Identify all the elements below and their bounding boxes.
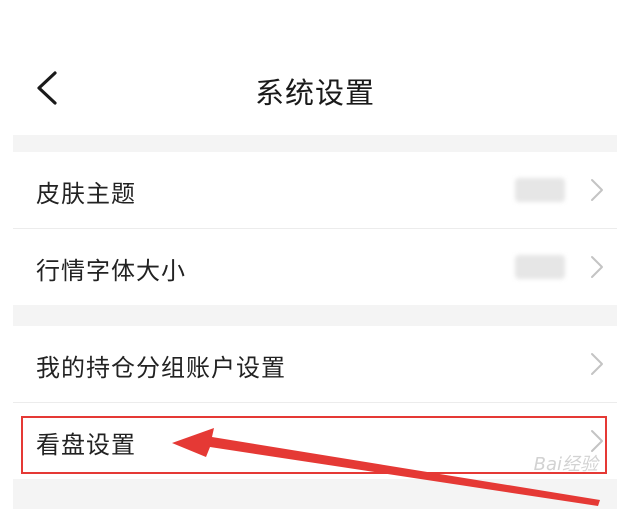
watermark: Bai经验 [533, 454, 598, 475]
page-title: 系统设置 [254, 76, 375, 110]
settings-row-font-size[interactable]: 行情字体大小 [13, 229, 617, 305]
header: 系统设置 [13, 38, 617, 135]
row-value-blurred [515, 255, 565, 279]
highlight-box [21, 416, 607, 474]
settings-row-position-groups[interactable]: 我的持仓分组账户设置 [13, 326, 617, 403]
chevron-right-icon [591, 353, 603, 375]
settings-row-skin-theme[interactable]: 皮肤主题 [13, 152, 617, 229]
chevron-right-icon [591, 256, 603, 278]
row-label: 皮肤主题 [36, 180, 136, 208]
chevron-right-icon [591, 179, 603, 201]
settings-screen: 系统设置 皮肤主题 行情字体大小 我的持仓分组账户设置 看盘设置 [13, 38, 617, 509]
settings-group-display: 皮肤主题 行情字体大小 [13, 152, 617, 305]
row-value-blurred [515, 178, 565, 202]
row-label: 我的持仓分组账户设置 [36, 354, 286, 382]
row-label: 行情字体大小 [36, 257, 186, 285]
